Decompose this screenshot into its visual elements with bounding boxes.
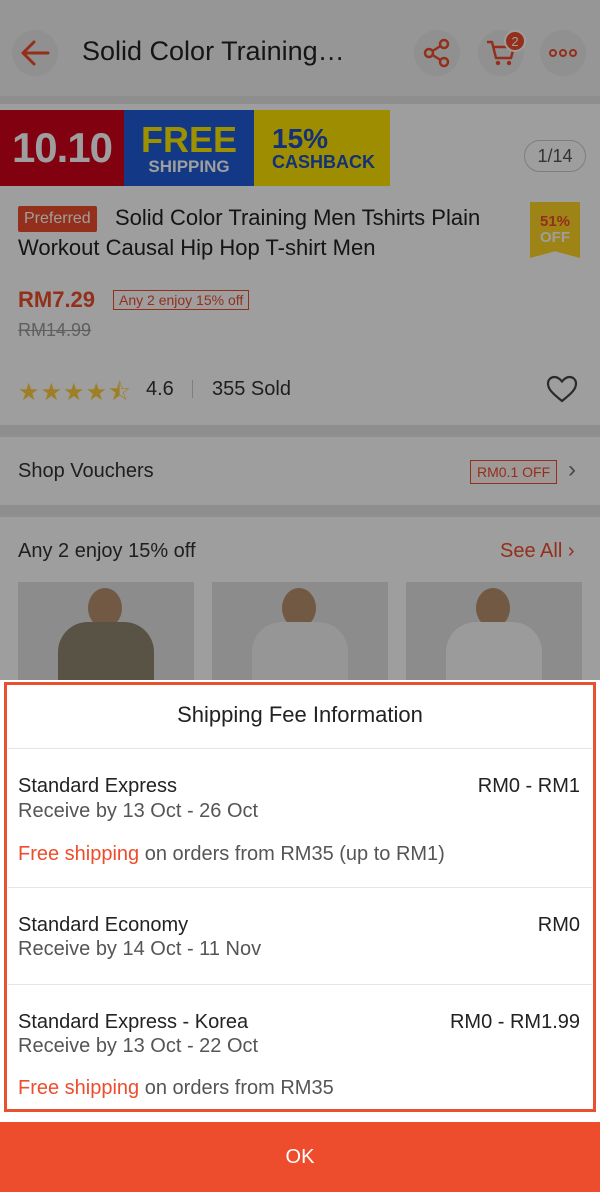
ok-button[interactable]: OK [0,1122,600,1192]
highlight-outline [4,682,596,1112]
modal-backdrop[interactable] [0,0,600,680]
